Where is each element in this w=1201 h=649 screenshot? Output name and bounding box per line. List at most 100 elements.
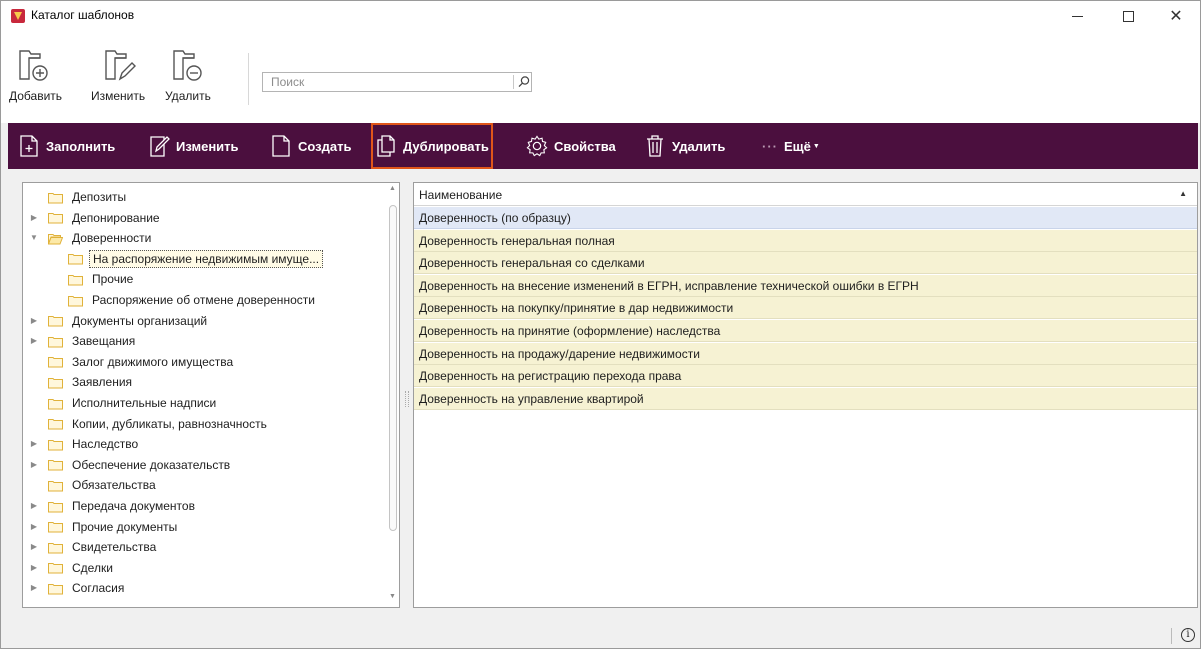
table-row[interactable]: Доверенность на покупку/принятие в дар н… <box>414 297 1197 320</box>
collapse-arrow-icon[interactable]: ▼ <box>29 233 39 243</box>
tree-item[interactable]: Обязательства <box>48 475 159 495</box>
folder-icon <box>48 542 63 554</box>
properties-button[interactable]: Свойства <box>526 123 616 169</box>
scroll-up-icon[interactable]: ▲ <box>389 185 396 192</box>
folder-icon <box>48 501 63 512</box>
expand-arrow-icon[interactable]: ▶ <box>29 583 39 593</box>
minimize-button[interactable] <box>1054 1 1100 31</box>
tree-item-label: Заявления <box>72 375 133 390</box>
fill-label: Заполнить <box>46 138 116 154</box>
tree-scrollbar[interactable]: ▲ ▼ <box>388 185 399 605</box>
table-row[interactable]: Доверенность на внесение изменений в ЕГР… <box>414 274 1197 297</box>
tree-item[interactable]: Распоряжение об отмене доверенности <box>68 290 318 310</box>
expand-arrow-icon[interactable]: ▶ <box>29 213 39 223</box>
scroll-down-icon[interactable]: ▼ <box>389 593 396 600</box>
table-row[interactable]: Доверенность на управление квартирой <box>414 387 1197 410</box>
tree-item[interactable]: ▶ Свидетельства <box>31 537 159 557</box>
table-row[interactable]: Доверенность генеральная со сделками <box>414 252 1197 275</box>
folder-icon <box>68 274 83 286</box>
tree-item-label: Доверенности <box>72 231 152 246</box>
close-icon: ✕ <box>1169 8 1183 25</box>
folder-icon <box>48 192 63 203</box>
folder-icon <box>48 439 63 451</box>
tree-item[interactable]: ▼ Доверенности <box>30 228 154 248</box>
tree-item-label: Документы организаций <box>72 313 208 328</box>
folder-icon <box>48 356 63 368</box>
tree-item[interactable]: Прочие <box>68 269 136 289</box>
table-row[interactable]: Доверенность на принятие (оформление) на… <box>414 320 1197 342</box>
add-folder-button[interactable]: Добавить <box>9 45 62 103</box>
edit-template-button[interactable]: Изменить <box>148 123 239 169</box>
tree-item[interactable]: Исполнительные надписи <box>48 393 219 413</box>
document-plus-icon <box>20 135 38 157</box>
remove-folder-button[interactable]: Удалить <box>165 45 211 103</box>
expand-arrow-icon[interactable]: ▶ <box>29 501 39 511</box>
maximize-button[interactable] <box>1105 1 1151 31</box>
delete-template-button[interactable]: Удалить <box>644 123 725 169</box>
tree-item-label: Прочие <box>92 272 134 287</box>
folder-icon <box>48 459 63 471</box>
tree-item[interactable]: ▶ Передача документов <box>31 496 198 516</box>
more-menu-button[interactable]: ··· Ещё ▼ <box>762 123 820 169</box>
tree-item[interactable]: ▶ Согласия <box>31 578 127 598</box>
folder-icon <box>48 583 63 595</box>
search-box[interactable] <box>262 72 532 92</box>
folder-add-icon <box>18 50 48 81</box>
search-input[interactable] <box>263 73 511 91</box>
expand-arrow-icon[interactable]: ▶ <box>29 316 39 326</box>
column-header-name[interactable]: Наименование <box>419 188 502 202</box>
folder-icon <box>48 480 63 492</box>
scroll-thumb[interactable] <box>389 205 397 531</box>
status-divider <box>1171 628 1172 644</box>
toolbar-divider <box>248 53 249 105</box>
tree-item[interactable]: На распоряжение недвижимым имуще... <box>68 249 324 269</box>
folder-open-icon <box>48 233 63 245</box>
tree-item[interactable]: Заявления <box>48 372 135 392</box>
create-button[interactable]: Создать <box>270 123 351 169</box>
expand-arrow-icon[interactable]: ▶ <box>29 460 39 470</box>
chevron-down-icon: ▼ <box>812 142 820 150</box>
tree-item-label: Передача документов <box>72 499 195 513</box>
folder-icon <box>48 521 63 533</box>
templates-grid[interactable]: Наименование ▲ Доверенность (по образцу)… <box>413 182 1198 608</box>
row-name-cell: Доверенность на продажу/дарение недвижим… <box>419 346 700 361</box>
category-tree[interactable]: Депозиты ▶ Депонирование ▼ Доверенности На ра… <box>22 182 400 608</box>
duplicate-button[interactable]: Дублировать <box>371 123 493 169</box>
tree-item[interactable]: ▶ Прочие документы <box>31 517 180 537</box>
table-row[interactable]: Доверенность (по образцу) <box>414 207 1197 229</box>
tree-item[interactable]: Копии, дубликаты, равнозначность <box>48 414 270 434</box>
create-label: Создать <box>298 138 352 154</box>
table-row[interactable]: Доверенность на регистрацию перехода пра… <box>414 365 1197 388</box>
tree-item[interactable]: ▶ Наследство <box>31 434 141 454</box>
grid-header[interactable]: Наименование ▲ <box>414 183 1197 206</box>
tree-item[interactable]: ▶ Обеспечение доказательств <box>31 455 233 475</box>
edit-document-icon <box>150 136 170 157</box>
panel-splitter[interactable] <box>405 391 409 407</box>
expand-arrow-icon[interactable]: ▶ <box>29 542 39 552</box>
row-name-cell: Доверенность генеральная полная <box>419 233 615 248</box>
table-row[interactable]: Доверенность генеральная полная <box>414 229 1197 252</box>
tree-item[interactable]: ▶ Документы организаций <box>31 311 210 331</box>
expand-arrow-icon[interactable]: ▶ <box>29 522 39 532</box>
search-icon[interactable] <box>517 75 531 89</box>
tree-item[interactable]: ▶ Депонирование <box>31 208 163 228</box>
row-name-cell: Доверенность на внесение изменений в ЕГР… <box>419 278 919 293</box>
fill-button[interactable]: Заполнить <box>18 123 115 169</box>
table-row[interactable]: Доверенность на продажу/дарение недвижим… <box>414 342 1197 365</box>
close-button[interactable]: ✕ <box>1153 1 1199 31</box>
minimize-icon <box>1071 15 1083 17</box>
tree-item-label: Прочие документы <box>72 519 178 534</box>
tree-item[interactable]: ▶ Завещания <box>31 331 138 351</box>
edit-folder-button[interactable]: Изменить <box>91 45 145 103</box>
row-name-cell: Доверенность генеральная со сделками <box>419 256 645 271</box>
info-icon[interactable]: i <box>1181 628 1195 642</box>
tree-item[interactable]: ▶ Сделки <box>31 558 116 578</box>
duplicate-icon <box>377 135 395 157</box>
expand-arrow-icon[interactable]: ▶ <box>29 563 39 573</box>
expand-arrow-icon[interactable]: ▶ <box>29 439 39 449</box>
expand-arrow-icon[interactable]: ▶ <box>29 336 39 346</box>
folder-icon <box>48 418 63 430</box>
tree-item[interactable]: Залог движимого имущества <box>48 352 236 372</box>
tree-item-label: Обязательства <box>72 478 156 493</box>
tree-item[interactable]: Депозиты <box>48 187 129 207</box>
